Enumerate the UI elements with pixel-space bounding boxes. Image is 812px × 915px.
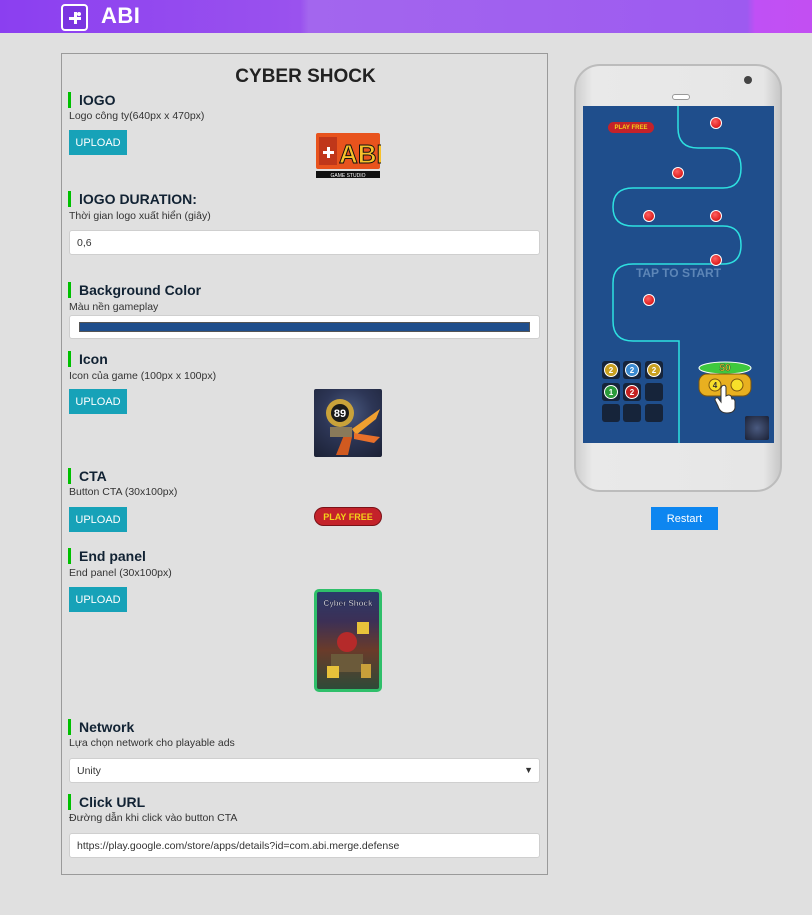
game-icon-thumbnail (745, 416, 769, 440)
end-panel-description: End panel (30x100px) (69, 567, 172, 579)
network-selected-value: Unity (77, 764, 101, 777)
grid-cell[interactable] (645, 383, 663, 401)
logo-upload-button[interactable]: UPLOAD (69, 130, 127, 155)
icon-description: Icon của game (100px x 100px) (69, 370, 217, 382)
enemy-ball (710, 117, 722, 129)
click-url-heading: Click URL (68, 794, 145, 810)
grid-number-ball: 2 (604, 363, 618, 377)
abi-logo-image: ABI GAME STUDIO (315, 131, 384, 180)
end-panel-image: Cyber Shock (314, 589, 382, 692)
background-color-swatch (79, 322, 530, 332)
click-url-description: Đường dẫn khi click vào button CTA (69, 812, 238, 824)
top-bar: ABI (0, 0, 812, 33)
tap-to-start-text: TAP TO START (635, 266, 722, 280)
phone-speaker-icon (672, 94, 690, 100)
coin-pot-score: 50 (719, 363, 731, 374)
background-color-heading: Background Color (68, 282, 201, 298)
background-color-description: Màu nền gameplay (69, 301, 159, 313)
grid-cell[interactable]: 2 (645, 361, 663, 379)
grid-cell[interactable]: 2 (623, 361, 641, 379)
logo-duration-heading: lOGO DURATION: (68, 191, 197, 207)
grid-cell[interactable]: 2 (623, 383, 641, 401)
logo-duration-input[interactable]: 0,6 (69, 230, 540, 255)
game-preview-screen[interactable]: PLAY FREE TAP TO START 2 2 2 1 2 50 4 (583, 106, 774, 443)
cta-description: Button CTA (30x100px) (69, 486, 178, 498)
cta-heading: CTA (68, 468, 107, 484)
puzzle-logo-icon[interactable] (61, 4, 88, 31)
hand-pointer-icon (714, 384, 736, 414)
phone-camera-icon (744, 76, 752, 84)
logo-heading: lOGO (68, 92, 116, 108)
grid-cell[interactable] (602, 404, 620, 422)
grid-number-ball: 2 (647, 363, 661, 377)
grid-cell[interactable]: 2 (602, 361, 620, 379)
game-icon-image: 89 (314, 389, 382, 457)
click-url-input[interactable]: https://play.google.com/store/apps/detai… (69, 833, 540, 858)
network-heading: Network (68, 719, 134, 735)
preview-cta-button[interactable]: PLAY FREE (608, 122, 654, 133)
logo-duration-description: Thời gian logo xuất hiển (giây) (69, 210, 211, 222)
grid-number-ball: 2 (625, 385, 639, 399)
abi-logo-subtext: GAME STUDIO (330, 173, 365, 179)
cta-upload-button[interactable]: UPLOAD (69, 507, 127, 532)
end-panel-upload-button[interactable]: UPLOAD (69, 587, 127, 612)
brand-name[interactable]: ABI (101, 3, 140, 29)
game-icon-number: 89 (334, 408, 346, 420)
restart-button[interactable]: Restart (651, 507, 718, 530)
icon-upload-button[interactable]: UPLOAD (69, 389, 127, 414)
background-color-picker[interactable] (69, 315, 540, 339)
enemy-ball (643, 210, 655, 222)
icon-heading: Icon (68, 351, 108, 367)
phone-preview: PLAY FREE TAP TO START 2 2 2 1 2 50 4 (574, 64, 782, 492)
settings-panel: CYBER SHOCK lOGO Logo công ty(640px x 47… (61, 53, 548, 875)
grid-cell[interactable] (645, 404, 663, 422)
enemy-ball (672, 167, 684, 179)
cta-preview-image: PLAY FREE (314, 507, 382, 526)
network-select[interactable]: Unity ▼ (69, 758, 540, 783)
grid-number-ball: 2 (625, 363, 639, 377)
enemy-ball (710, 210, 722, 222)
logo-description: Logo công ty(640px x 470px) (69, 110, 205, 122)
end-panel-heading: End panel (68, 548, 146, 564)
enemy-ball (643, 294, 655, 306)
page-title: CYBER SHOCK (235, 66, 376, 87)
grid-cell[interactable]: 1 (602, 383, 620, 401)
end-panel-title: Cyber Shock (324, 599, 373, 608)
network-description: Lựa chọn network cho playable ads (69, 737, 235, 749)
abi-logo-text: ABI (339, 139, 381, 169)
grid-number-ball: 1 (604, 385, 618, 399)
chevron-down-icon: ▼ (524, 765, 533, 775)
enemy-ball (710, 254, 722, 266)
grid-cell[interactable] (623, 404, 641, 422)
